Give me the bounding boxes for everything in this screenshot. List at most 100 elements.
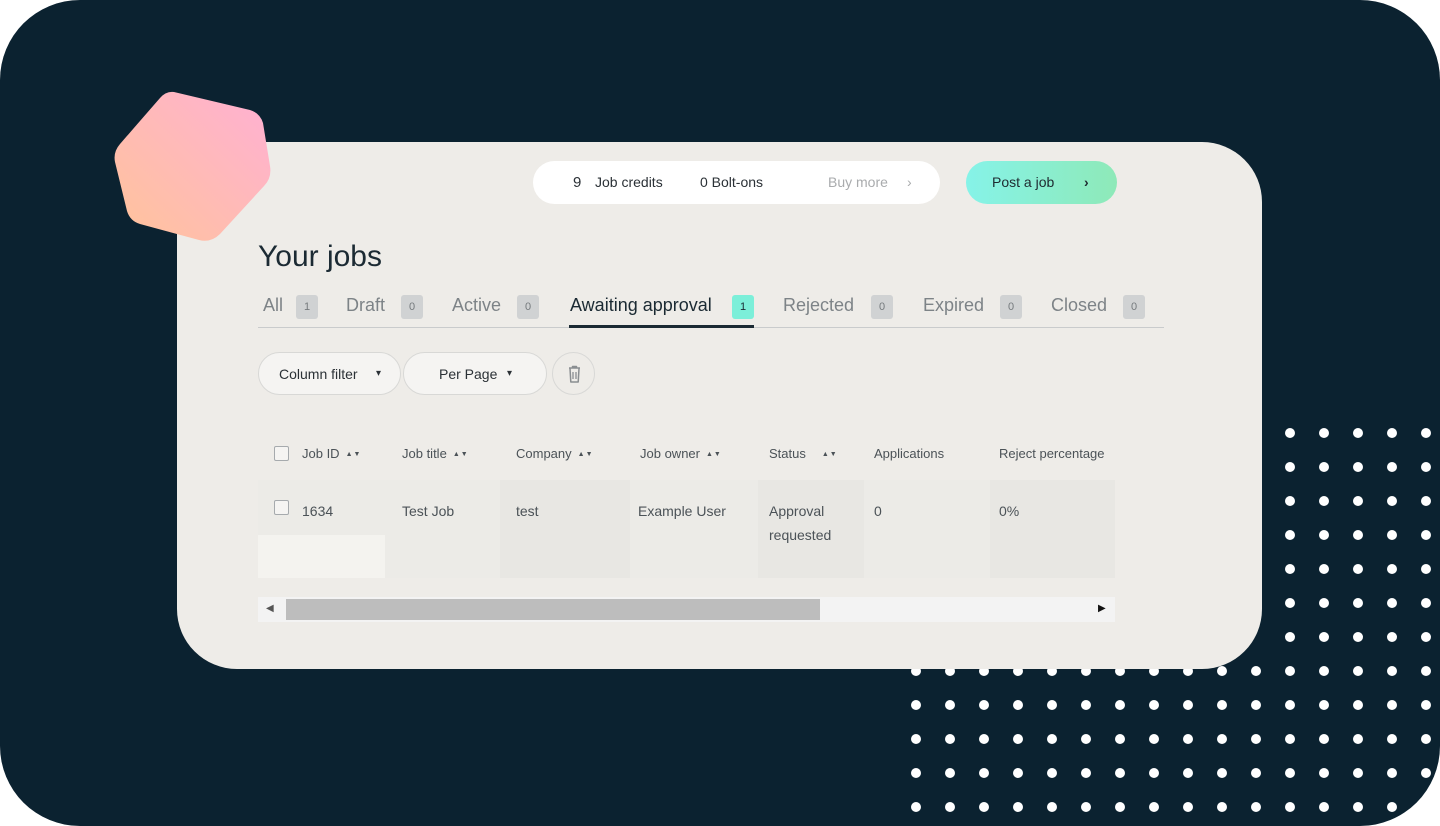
page-title: Your jobs — [258, 240, 382, 273]
dot — [1183, 700, 1193, 710]
dot — [1149, 802, 1159, 812]
dot — [1387, 632, 1397, 642]
background-frame: 9 Job credits 0 Bolt-ons Buy more › Post… — [0, 0, 1440, 826]
dot — [1251, 768, 1261, 778]
dot — [1285, 768, 1295, 778]
job-credits-count: 9 — [573, 174, 582, 191]
per-page-dropdown[interactable]: Per Page ▾ — [403, 352, 547, 395]
dot — [1047, 734, 1057, 744]
scroll-right-arrow-icon[interactable]: ▶ — [1098, 603, 1106, 614]
tab-label: Rejected — [783, 295, 855, 315]
column-header-job-title[interactable]: Job title ▲▼ — [402, 446, 469, 461]
sort-icon[interactable]: ▲▼ — [822, 451, 838, 458]
select-all-checkbox[interactable] — [274, 446, 289, 461]
dot — [1319, 462, 1329, 472]
tab-label: Draft — [346, 295, 386, 315]
dot — [1013, 700, 1023, 710]
dot — [1081, 802, 1091, 812]
dot — [1421, 564, 1431, 574]
column-header-job-owner[interactable]: Job owner ▲▼ — [640, 446, 722, 461]
dot — [1115, 802, 1125, 812]
active-tab-indicator — [569, 325, 754, 328]
jobs-card — [177, 142, 1262, 669]
dot — [911, 768, 921, 778]
dot — [1217, 700, 1227, 710]
bolt-ons-count: 0 Bolt-ons — [700, 174, 764, 190]
dot — [1387, 802, 1397, 812]
dot — [1217, 768, 1227, 778]
dot — [979, 700, 989, 710]
tab-label: All — [263, 295, 284, 315]
post-job-button[interactable]: Post a job › — [966, 161, 1117, 204]
sort-icon[interactable]: ▲▼ — [706, 451, 722, 458]
dot — [1115, 768, 1125, 778]
dot — [1319, 598, 1329, 608]
status-line: Approval — [769, 503, 825, 519]
column-header-status[interactable]: Status ▲▼ — [769, 446, 838, 461]
column-filter-dropdown[interactable]: Column filter ▾ — [258, 352, 401, 395]
dot — [1183, 802, 1193, 812]
dot — [1353, 530, 1363, 540]
dot — [1217, 734, 1227, 744]
dot — [1387, 598, 1397, 608]
cell-company: test — [516, 503, 539, 519]
dot — [1421, 462, 1431, 472]
dot — [1353, 768, 1363, 778]
job-credits-label: Job credits — [595, 174, 663, 190]
dot — [1081, 734, 1091, 744]
caret-down-icon: ▾ — [376, 368, 382, 379]
dot — [1319, 700, 1329, 710]
dot — [1047, 802, 1057, 812]
scroll-left-arrow-icon[interactable]: ◀ — [266, 603, 274, 614]
dot — [1387, 734, 1397, 744]
column-header-job-id[interactable]: Job ID ▲▼ — [302, 446, 361, 461]
credits-bar: 9 Job credits 0 Bolt-ons Buy more › — [533, 161, 940, 204]
dot — [1421, 666, 1431, 676]
column-header-reject-percentage: Reject percentage — [999, 446, 1105, 461]
dot — [1387, 768, 1397, 778]
dot — [1387, 428, 1397, 438]
buy-more-chevron-icon: › — [907, 174, 912, 190]
per-page-label: Per Page — [439, 366, 498, 382]
tab-label: Expired — [923, 295, 985, 315]
dot — [1285, 530, 1295, 540]
dot — [1285, 564, 1295, 574]
dot — [1421, 802, 1431, 812]
dot — [1353, 802, 1363, 812]
dot — [1183, 734, 1193, 744]
dot — [1319, 496, 1329, 506]
sort-icon[interactable]: ▲▼ — [578, 451, 594, 458]
dot — [1421, 734, 1431, 744]
buy-more-link[interactable]: Buy more — [828, 174, 888, 190]
dot — [1421, 598, 1431, 608]
column-header-company[interactable]: Company ▲▼ — [516, 446, 594, 461]
cell-job-title[interactable]: Test Job — [402, 499, 454, 523]
dot — [1353, 564, 1363, 574]
hexagon-decoration — [114, 91, 271, 241]
dot — [1319, 802, 1329, 812]
dot — [1319, 768, 1329, 778]
column-filter-label: Column filter — [279, 366, 358, 382]
dot — [1217, 666, 1227, 676]
cell-reject-percentage: 0% — [999, 503, 1020, 519]
sort-icon[interactable]: ▲▼ — [346, 451, 362, 458]
dot — [1319, 734, 1329, 744]
table-row[interactable] — [258, 480, 1115, 578]
dot — [1149, 734, 1159, 744]
dot — [1421, 496, 1431, 506]
dot — [1013, 768, 1023, 778]
tab-label: Closed — [1051, 295, 1108, 315]
scrollbar-thumb[interactable] — [286, 599, 820, 620]
status-line: requested — [769, 527, 832, 543]
dot — [1285, 496, 1295, 506]
row-checkbox[interactable] — [274, 500, 289, 515]
dot — [1081, 768, 1091, 778]
sort-icon[interactable]: ▲▼ — [453, 451, 469, 458]
dot — [1353, 598, 1363, 608]
tab-count-badge: 1 — [296, 295, 318, 319]
dot — [1353, 496, 1363, 506]
delete-button[interactable] — [552, 352, 595, 395]
dot — [1421, 428, 1431, 438]
dot — [1149, 768, 1159, 778]
tab-count-badge: 1 — [732, 295, 754, 319]
